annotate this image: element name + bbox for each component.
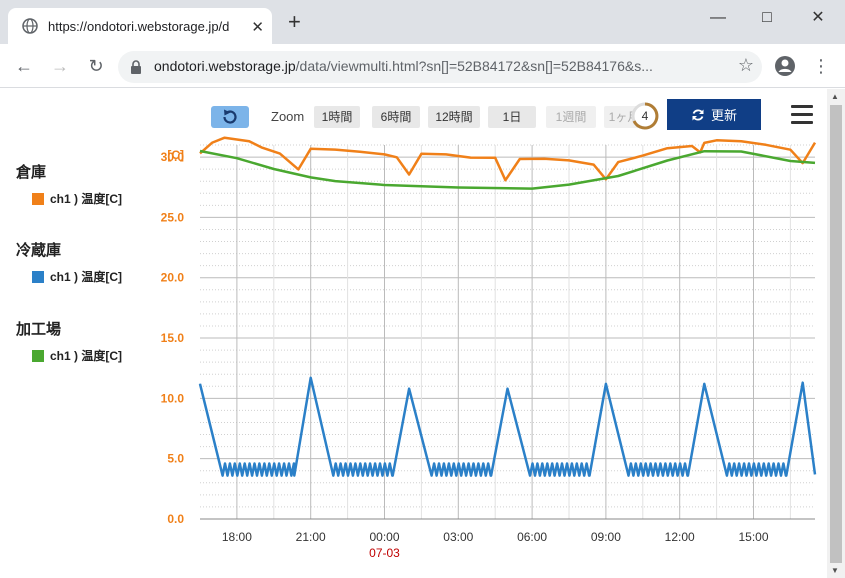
scroll-up-icon[interactable]: ▲ (831, 92, 839, 101)
fridge-peak-point (199, 383, 201, 385)
x-tick-label: 15:00 (738, 530, 768, 544)
fridge-peak-point (703, 383, 705, 385)
x-tick-label: 03:00 (443, 530, 473, 544)
globe-icon (22, 18, 38, 34)
scrollbar-thumb[interactable] (830, 105, 842, 563)
y-tick-label: 20.0 (161, 271, 185, 285)
temperature-chart[interactable]: 0.05.010.015.020.025.030.0[C]18:00 21:00 0… (0, 89, 827, 578)
back-icon[interactable]: ← (12, 54, 36, 78)
browser-menu-icon[interactable]: ⋮ (812, 54, 830, 78)
page-content: Zoom 1時間 6時間 12時間 1日 1週間 1ヶ月 4 更新 倉庫 ch1… (0, 89, 827, 578)
new-tab-button[interactable]: + (288, 11, 301, 33)
forward-icon[interactable]: → (48, 54, 72, 78)
close-tab-icon[interactable]: ✕ (251, 18, 264, 36)
browser-tab[interactable]: https://ondotori.webstorage.jp/d ✕ (8, 8, 272, 44)
y-tick-label: 25.0 (161, 210, 185, 224)
date-label: 07-03 (369, 546, 400, 560)
window-close-icon[interactable]: ✕ (803, 6, 833, 30)
browser-titlebar: https://ondotori.webstorage.jp/d ✕ + — □… (0, 0, 845, 44)
bookmark-star-icon[interactable]: ☆ (738, 55, 754, 76)
fridge-peak-point (310, 377, 312, 379)
address-url: ondotori.webstorage.jp/data/viewmulti.ht… (154, 58, 714, 74)
fridge-peak-point (802, 382, 804, 384)
maximize-icon[interactable]: □ (752, 6, 782, 30)
browser-toolbar: ← → ↻ ondotori.webstorage.jp/data/viewmu… (0, 44, 845, 88)
x-tick-label: 12:00 (665, 530, 695, 544)
y-tick-label: 10.0 (161, 391, 185, 405)
fridge-peak-point (605, 383, 607, 385)
minimize-icon[interactable]: — (703, 6, 733, 30)
x-tick-label: 09:00 (591, 530, 621, 544)
x-tick-label: 21:00 (296, 530, 326, 544)
x-tick-label: 06:00 (517, 530, 547, 544)
series-line-fridge (198, 376, 817, 477)
scroll-down-icon[interactable]: ▼ (831, 566, 839, 575)
y-tick-label: 0.0 (167, 512, 184, 526)
y-unit-label: [C] (167, 148, 184, 162)
fridge-peak-point (507, 388, 508, 390)
y-tick-label: 15.0 (161, 331, 185, 345)
x-tick-label: 00:00 (369, 530, 399, 544)
page-scrollbar[interactable]: ▲ ▼ (827, 89, 845, 578)
x-tick-label: 18:00 (222, 530, 252, 544)
lock-icon (131, 60, 141, 74)
tab-title: https://ondotori.webstorage.jp/d (48, 18, 230, 34)
address-bar[interactable]: ondotori.webstorage.jp/data/viewmulti.ht… (118, 51, 762, 83)
url-host: ondotori.webstorage.jp (154, 58, 296, 74)
reload-icon[interactable]: ↻ (84, 54, 108, 78)
y-tick-label: 5.0 (167, 452, 184, 466)
profile-icon[interactable] (774, 55, 796, 77)
fridge-peak-point (408, 388, 410, 390)
url-path: /data/viewmulti.html?sn[]=52B84172&sn[]=… (295, 58, 653, 74)
